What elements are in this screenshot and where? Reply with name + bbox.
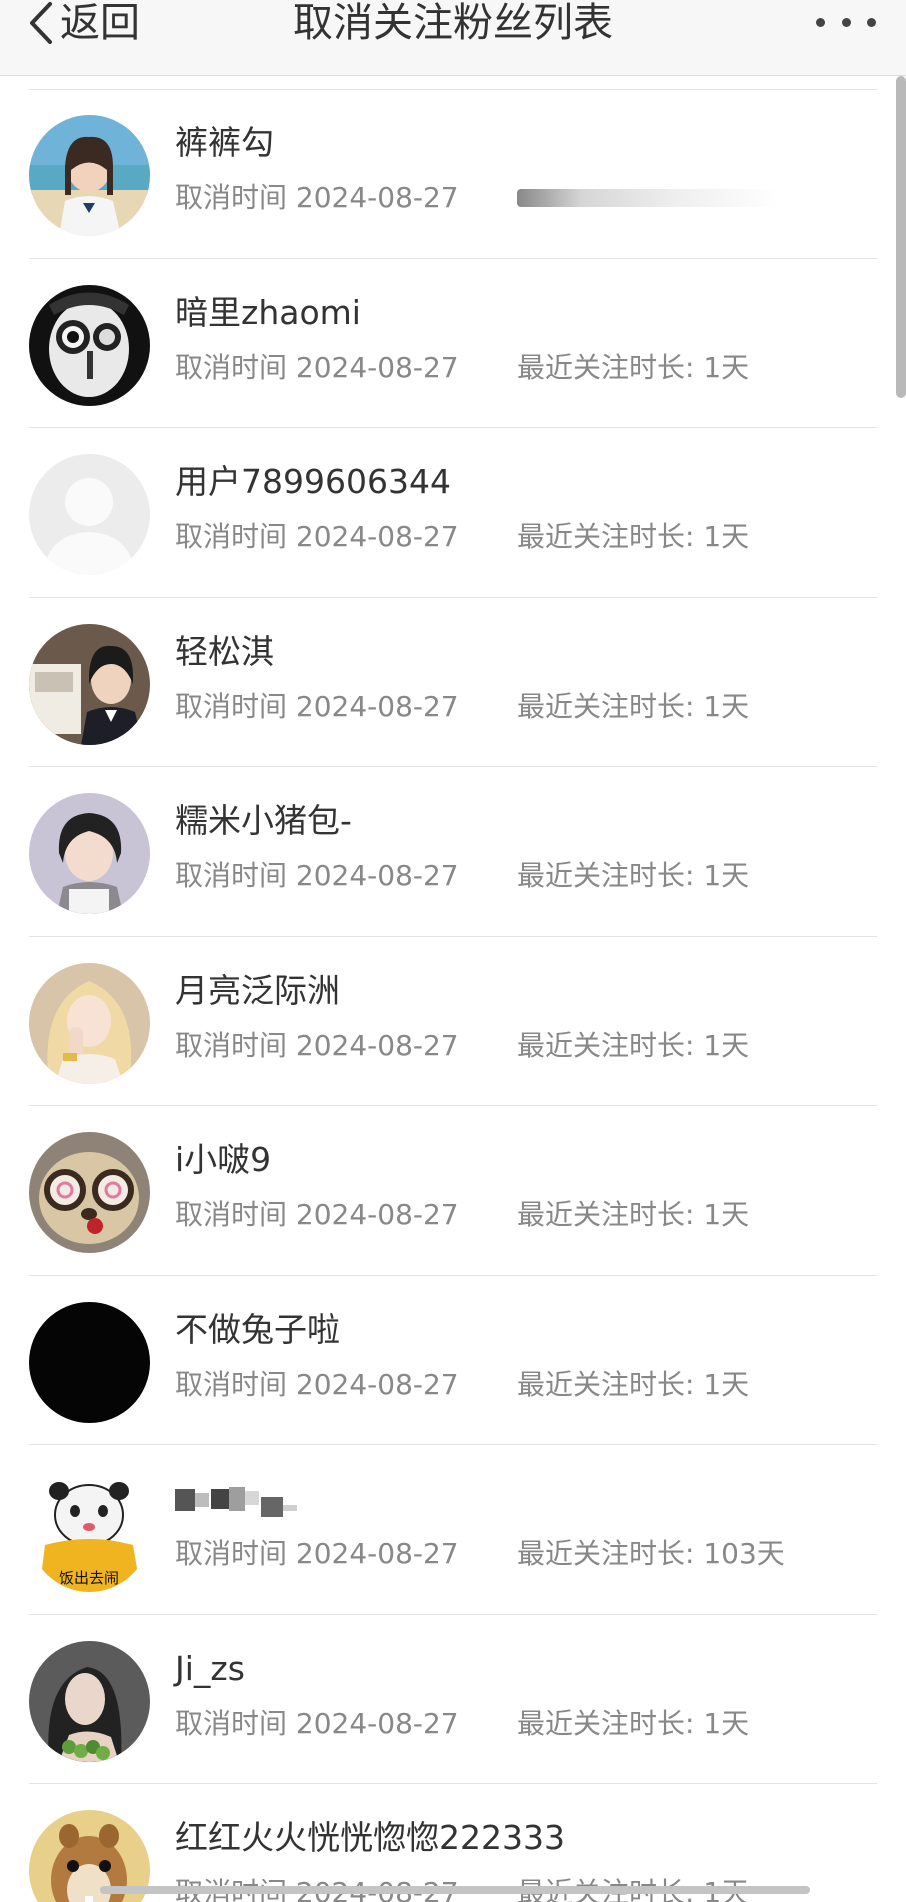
list-item[interactable]: 裤裤勾 取消时间 2024-08-27: [29, 89, 877, 259]
cancel-time: 取消时间 2024-08-27: [175, 1367, 459, 1401]
nav-bar: 返回 取消关注粉丝列表: [0, 0, 906, 76]
cancel-time: 取消时间 2024-08-27: [175, 1028, 459, 1062]
redacted-name: [175, 1483, 335, 1521]
cancel-time: 取消时间 2024-08-27: [175, 1537, 459, 1570]
avatar[interactable]: [29, 1301, 150, 1423]
list-item[interactable]: 用户7899606344 取消时间 2024-08-27 最近关注时长: 1天: [29, 428, 877, 598]
user-name: Ji_zs: [175, 1648, 245, 1688]
follow-duration: 最近关注时长: 1天: [517, 689, 750, 723]
avatar[interactable]: [29, 962, 150, 1084]
back-button[interactable]: 返回: [28, 0, 140, 46]
home-indicator: [100, 1886, 810, 1894]
follow-duration: 最近关注时长: 1天: [517, 1028, 750, 1062]
avatar[interactable]: [29, 1640, 150, 1762]
unfollow-list: 裤裤勾 取消时间 2024-08-27 暗里zhaomi 取消时间 2024-0…: [0, 89, 906, 1902]
unfollow-fans-page: 返回 取消关注粉丝列表 裤裤勾 取消时间 2024-08-27 暗里zhaomi…: [0, 0, 906, 1902]
follow-duration: 最近关注时长: 1天: [517, 859, 750, 892]
follow-duration: 最近关注时长: 103天: [517, 1537, 785, 1570]
list-item[interactable]: 饭出去闹 取消时间 2024-08-27 最近关注时长: 103天: [29, 1445, 877, 1615]
follow-duration: 最近关注时长: 1天: [517, 350, 750, 384]
avatar[interactable]: [29, 1132, 150, 1253]
user-name: 糯米小猪包-: [175, 801, 352, 840]
more-options-icon[interactable]: [816, 14, 876, 30]
list-item[interactable]: 不做兔子啦 取消时间 2024-08-27 最近关注时长: 1天: [29, 1276, 877, 1445]
cancel-time: 取消时间 2024-08-27: [175, 181, 459, 214]
follow-duration: 最近关注时长: 1天: [517, 1706, 750, 1740]
list-item[interactable]: 轻松淇 取消时间 2024-08-27 最近关注时长: 1天: [29, 598, 877, 767]
list-item[interactable]: 暗里zhaomi 取消时间 2024-08-27 最近关注时长: 1天: [29, 259, 877, 428]
avatar[interactable]: [29, 793, 150, 914]
cancel-time: 取消时间 2024-08-27: [175, 689, 459, 723]
avatar[interactable]: 饭出去闹: [29, 1471, 150, 1592]
redacted-duration: [517, 189, 777, 207]
user-name: 不做兔子啦: [175, 1309, 340, 1349]
cancel-time: 取消时间 2024-08-27: [175, 1706, 459, 1740]
vertical-scrollbar[interactable]: [896, 76, 906, 398]
avatar[interactable]: [29, 284, 150, 406]
back-label: 返回: [60, 0, 140, 46]
follow-duration: 最近关注时长: 1天: [517, 520, 750, 553]
user-name: 轻松淇: [175, 631, 274, 671]
follow-duration: 最近关注时长: 1天: [517, 1367, 750, 1401]
list-item[interactable]: 红红火火恍恍惚惚222333 取消时间 2024-08-27 最近关注时长: 1…: [29, 1784, 877, 1902]
cancel-time: 取消时间 2024-08-27: [175, 350, 459, 384]
list-item[interactable]: 糯米小猪包- 取消时间 2024-08-27 最近关注时长: 1天: [29, 767, 877, 937]
user-name: 暗里zhaomi: [175, 292, 361, 332]
avatar[interactable]: [29, 623, 150, 745]
follow-duration: 最近关注时长: 1天: [517, 1198, 750, 1231]
chevron-left-icon: [28, 1, 54, 45]
list-item[interactable]: i小啵9 取消时间 2024-08-27 最近关注时长: 1天: [29, 1106, 877, 1276]
cancel-time: 取消时间 2024-08-27: [175, 520, 459, 553]
default-avatar-icon[interactable]: [29, 454, 150, 575]
cancel-time: 取消时间 2024-08-27: [175, 1198, 459, 1231]
avatar[interactable]: [29, 115, 150, 236]
user-name: i小啵9: [175, 1140, 272, 1179]
avatar-caption: 饭出去闹: [59, 1569, 119, 1587]
list-item[interactable]: 月亮泛际洲 取消时间 2024-08-27 最近关注时长: 1天: [29, 937, 877, 1106]
list-item[interactable]: Ji_zs 取消时间 2024-08-27 最近关注时长: 1天: [29, 1615, 877, 1784]
user-name: 月亮泛际洲: [175, 970, 340, 1010]
user-name: 红红火火恍恍惚惚222333: [175, 1818, 565, 1857]
user-name: 裤裤勾: [175, 123, 274, 162]
user-name: 用户7899606344: [175, 462, 451, 501]
cancel-time: 取消时间 2024-08-27: [175, 859, 459, 892]
